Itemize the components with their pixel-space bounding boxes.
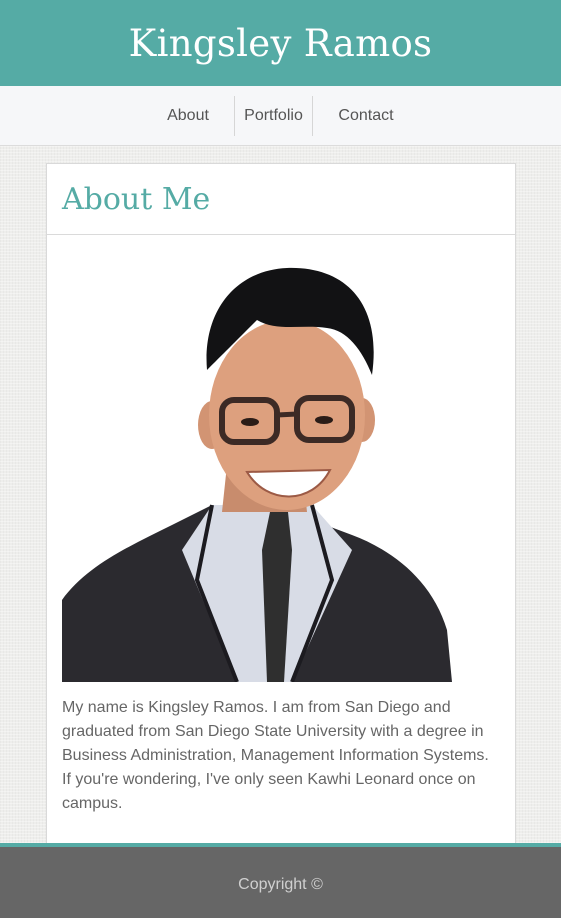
about-card-header: About Me — [47, 164, 515, 235]
copyright-text: Copyright © — [238, 875, 323, 893]
nav-link-contact[interactable]: Contact — [330, 96, 402, 136]
about-bio: My name is Kingsley Ramos. I am from San… — [62, 699, 489, 812]
nav-link-portfolio[interactable]: Portfolio — [234, 96, 313, 136]
site-footer: Copyright © — [0, 843, 561, 918]
site-header: Kingsley Ramos — [0, 0, 561, 86]
site-title: Kingsley Ramos — [128, 21, 433, 65]
profile-photo — [62, 250, 452, 682]
nav-bar: About Portfolio Contact — [0, 86, 561, 146]
about-heading: About Me — [62, 182, 211, 217]
about-card: About Me My name is Kingsley Ramos. I am… — [46, 163, 516, 863]
nav-link-about[interactable]: About — [159, 96, 217, 136]
